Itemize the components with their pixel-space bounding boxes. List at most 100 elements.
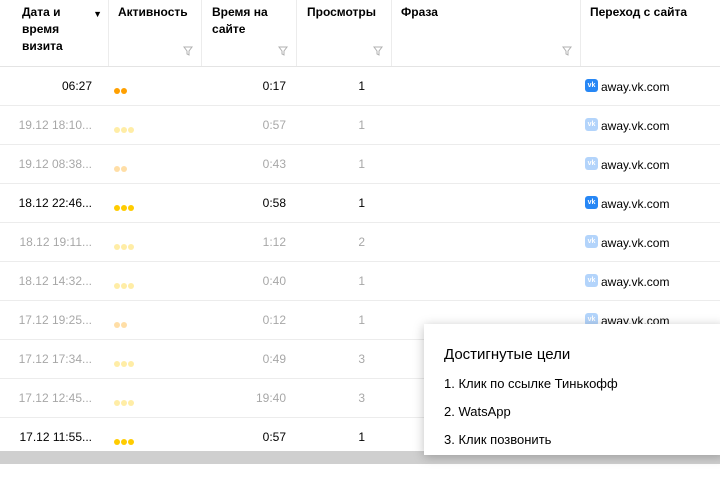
column-label-views: Просмотры: [307, 5, 377, 19]
activity-dot: [114, 205, 120, 211]
activity-dot: [128, 439, 134, 445]
column-label-time: Время на сайте: [212, 5, 268, 36]
activity-indicator: [114, 317, 128, 328]
time-on-site-cell: 0:58: [262, 196, 286, 210]
activity-indicator: [114, 434, 135, 445]
activity-indicator: [114, 395, 135, 406]
vk-icon: vk: [585, 274, 598, 288]
vk-icon: vk: [585, 157, 598, 171]
time-on-site-cell: 0:17: [262, 79, 286, 93]
column-header-referrer[interactable]: Переход с сайта: [581, 0, 720, 66]
goal-item: 1. Клик по ссылке Тинькофф: [444, 376, 618, 391]
filter-icon[interactable]: [562, 46, 572, 56]
goals-tooltip: Достигнутые цели 1. Клик по ссылке Тиньк…: [424, 324, 720, 455]
time-on-site-cell: 0:43: [262, 157, 286, 171]
activity-dot: [128, 361, 134, 367]
column-header-date[interactable]: Дата и время визита ▼: [0, 0, 109, 66]
activity-dot: [121, 166, 127, 172]
time-on-site-cell: 0:49: [262, 352, 286, 366]
table-row[interactable]: 19.12 08:38... 0:43 1 vk away.vk.com: [0, 145, 720, 184]
activity-indicator: [114, 278, 135, 289]
column-label-referrer: Переход с сайта: [590, 5, 688, 19]
referrer-link[interactable]: away.vk.com: [601, 80, 669, 94]
activity-dot: [128, 244, 134, 250]
activity-dot: [114, 322, 120, 328]
activity-dot: [114, 166, 120, 172]
referrer-link[interactable]: away.vk.com: [601, 158, 669, 172]
activity-indicator: [114, 122, 135, 133]
visit-date-cell[interactable]: 17.12 12:45...: [0, 379, 92, 417]
activity-indicator: [114, 200, 135, 211]
vk-icon: vk: [585, 79, 598, 93]
activity-indicator: [114, 239, 135, 250]
activity-dot: [128, 283, 134, 289]
time-on-site-cell: 0:57: [262, 118, 286, 132]
visit-date-cell[interactable]: 18.12 22:46...: [0, 184, 92, 222]
table-header: Дата и время визита ▼ Активность Время н…: [0, 0, 720, 67]
referrer-cell[interactable]: vk away.vk.com: [585, 67, 669, 105]
time-on-site-cell: 1:12: [262, 235, 286, 249]
activity-dot: [121, 322, 127, 328]
views-cell: 2: [358, 235, 365, 249]
activity-dot: [121, 400, 127, 406]
activity-dot: [114, 439, 120, 445]
referrer-cell[interactable]: vk away.vk.com: [585, 145, 669, 183]
activity-dot: [121, 361, 127, 367]
activity-dot: [121, 283, 127, 289]
activity-dot: [121, 205, 127, 211]
visit-date-cell[interactable]: 17.12 17:34...: [0, 340, 92, 378]
filter-icon[interactable]: [373, 46, 383, 56]
table-row[interactable]: 18.12 22:46... 0:58 1 vk away.vk.com: [0, 184, 720, 223]
goal-item: 3. Клик позвонить: [444, 432, 552, 447]
tooltip-title: Достигнутые цели: [444, 346, 571, 363]
activity-indicator: [114, 356, 135, 367]
sort-desc-icon[interactable]: ▼: [93, 6, 102, 23]
referrer-link[interactable]: away.vk.com: [601, 236, 669, 250]
views-cell: 1: [358, 157, 365, 171]
table-row[interactable]: 18.12 14:32... 0:40 1 vk away.vk.com: [0, 262, 720, 301]
table-row[interactable]: 18.12 19:11... 1:12 2 vk away.vk.com: [0, 223, 720, 262]
visit-date-cell[interactable]: 19.12 08:38...: [0, 145, 92, 183]
column-header-activity[interactable]: Активность: [109, 0, 202, 66]
visit-date-cell[interactable]: 18.12 14:32...: [0, 262, 92, 300]
views-cell: 1: [358, 118, 365, 132]
activity-dot: [114, 127, 120, 133]
table-row[interactable]: 06:27 0:17 1 vk away.vk.com: [0, 67, 720, 106]
column-header-time[interactable]: Время на сайте: [202, 0, 297, 66]
referrer-cell[interactable]: vk away.vk.com: [585, 223, 669, 261]
activity-indicator: [114, 161, 128, 172]
referrer-cell[interactable]: vk away.vk.com: [585, 262, 669, 300]
activity-dot: [121, 88, 127, 94]
vk-icon: vk: [585, 235, 598, 249]
column-header-views[interactable]: Просмотры: [297, 0, 392, 66]
activity-dot: [128, 400, 134, 406]
visit-date-cell[interactable]: 18.12 19:11...: [0, 223, 92, 261]
table-row[interactable]: 19.12 18:10... 0:57 1 vk away.vk.com: [0, 106, 720, 145]
activity-dot: [114, 88, 120, 94]
referrer-link[interactable]: away.vk.com: [601, 119, 669, 133]
visit-date-cell[interactable]: 19.12 18:10...: [0, 106, 92, 144]
referrer-cell[interactable]: vk away.vk.com: [585, 106, 669, 144]
filter-icon[interactable]: [278, 46, 288, 56]
column-header-phrase[interactable]: Фраза: [392, 0, 581, 66]
activity-dot: [114, 244, 120, 250]
referrer-link[interactable]: away.vk.com: [601, 275, 669, 289]
activity-dot: [121, 439, 127, 445]
column-label-date: Дата и время визита: [22, 5, 63, 53]
vk-icon: vk: [585, 118, 598, 132]
time-on-site-cell: 19:40: [255, 391, 286, 405]
visit-date-cell[interactable]: 06:27: [0, 67, 92, 105]
referrer-link[interactable]: away.vk.com: [601, 197, 669, 211]
views-cell: 1: [358, 313, 365, 327]
column-label-activity: Активность: [118, 5, 188, 19]
vk-icon: vk: [585, 196, 598, 210]
views-cell: 1: [358, 79, 365, 93]
time-on-site-cell: 0:12: [262, 313, 286, 327]
activity-indicator: [114, 83, 128, 94]
views-cell: 3: [358, 391, 365, 405]
activity-dot: [128, 127, 134, 133]
filter-icon[interactable]: [183, 46, 193, 56]
visit-date-cell[interactable]: 17.12 19:25...: [0, 301, 92, 339]
activity-dot: [114, 283, 120, 289]
referrer-cell[interactable]: vk away.vk.com: [585, 184, 669, 222]
